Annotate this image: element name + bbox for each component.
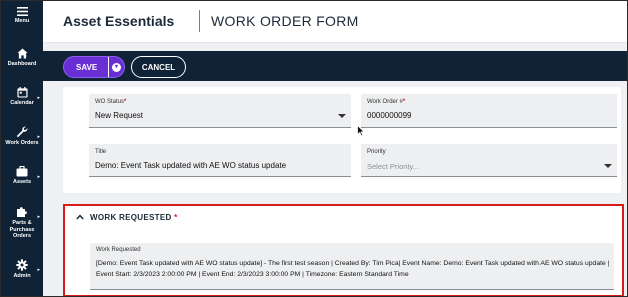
chevron-down-icon: ▾ — [112, 62, 121, 72]
required-marker: * — [124, 99, 127, 105]
field-label: Priority — [367, 149, 386, 155]
field-label: WO Status* — [95, 99, 127, 105]
section-title[interactable]: WORK REQUESTED * — [90, 213, 178, 222]
app-window: Menu Dashboard Calendar ▸ Work Orders ▸ — [0, 0, 628, 297]
gear-icon — [16, 259, 28, 271]
caret-right-icon: ▸ — [37, 95, 40, 101]
priority-select[interactable]: Priority Select Priority... — [361, 144, 617, 177]
cancel-button[interactable]: CANCEL — [131, 56, 186, 78]
work-order-number-value: 0000000099 — [367, 111, 412, 120]
field-label: Work Order #* — [367, 99, 406, 105]
sidebar-item-dashboard[interactable]: Dashboard — [1, 48, 43, 68]
wo-status-select[interactable]: WO Status* New Request — [89, 94, 351, 128]
work-order-number-field[interactable]: Work Order #* 0000000099 — [361, 94, 617, 128]
field-label: Work Requested — [96, 247, 141, 253]
wo-status-value: New Request — [95, 111, 144, 120]
title-value: Demo: Event Task updated with AE WO stat… — [95, 161, 287, 170]
caret-right-icon: ▸ — [37, 174, 40, 180]
dropdown-arrow-icon — [604, 164, 612, 168]
required-marker: * — [174, 213, 178, 222]
sidebar-item-admin[interactable]: Admin ▸ — [1, 259, 43, 280]
save-button-label: SAVE — [76, 62, 98, 72]
required-marker: * — [402, 99, 406, 105]
menu-button[interactable]: Menu — [1, 7, 43, 25]
sidebar-item-label: Dashboard — [7, 61, 37, 67]
field-label: Title — [95, 149, 107, 155]
work-requested-value: [Demo: Event Task updated with AE WO sta… — [96, 260, 610, 278]
mouse-cursor-icon — [357, 125, 365, 137]
sidebar-item-label: Admin — [13, 273, 31, 279]
app-title: Asset Essentials — [63, 13, 175, 29]
dropdown-arrow-icon — [338, 114, 346, 118]
app-header: Asset Essentials WORK ORDER FORM — [43, 1, 627, 43]
save-button[interactable]: SAVE ▾ — [63, 56, 125, 78]
calendar-icon — [16, 87, 28, 98]
sidebar-item-assets[interactable]: Assets ▸ — [1, 166, 43, 186]
sidebar-item-label: Work Orders — [5, 140, 39, 146]
briefcase-icon — [16, 166, 28, 177]
caret-right-icon: ▸ — [37, 267, 40, 273]
work-requested-textarea[interactable]: Work Requested [Demo: Event Task updated… — [90, 243, 614, 290]
puzzle-icon — [17, 207, 27, 217]
sidebar: Menu Dashboard Calendar ▸ Work Orders ▸ — [1, 1, 43, 296]
hamburger-icon — [16, 7, 28, 16]
sidebar-item-work-orders[interactable]: Work Orders ▸ — [1, 126, 43, 147]
form-toolbar: SAVE ▾ CANCEL — [43, 51, 627, 81]
caret-right-icon: ▸ — [37, 134, 40, 140]
save-options-dropdown[interactable]: ▾ — [108, 57, 124, 77]
sidebar-item-label-line: Orders — [12, 233, 32, 239]
sidebar-item-calendar[interactable]: Calendar ▸ — [1, 87, 43, 107]
chevron-up-icon[interactable] — [76, 214, 84, 220]
title-field[interactable]: Title Demo: Event Task updated with AE W… — [89, 144, 351, 177]
caret-right-icon: ▸ — [37, 214, 40, 220]
priority-placeholder: Select Priority... — [367, 162, 419, 171]
work-requested-section: WORK REQUESTED * Work Requested [Demo: E… — [63, 204, 624, 296]
page-title: WORK ORDER FORM — [211, 13, 359, 29]
sidebar-item-parts-purchase-orders[interactable]: Parts & Purchase Orders ▸ — [1, 206, 43, 240]
home-icon — [16, 48, 28, 59]
work-order-details-card: WO Status* New Request Work Order #* 000… — [63, 87, 621, 193]
header-divider — [199, 10, 200, 32]
wrench-icon — [16, 126, 28, 138]
menu-label: Menu — [14, 18, 30, 24]
